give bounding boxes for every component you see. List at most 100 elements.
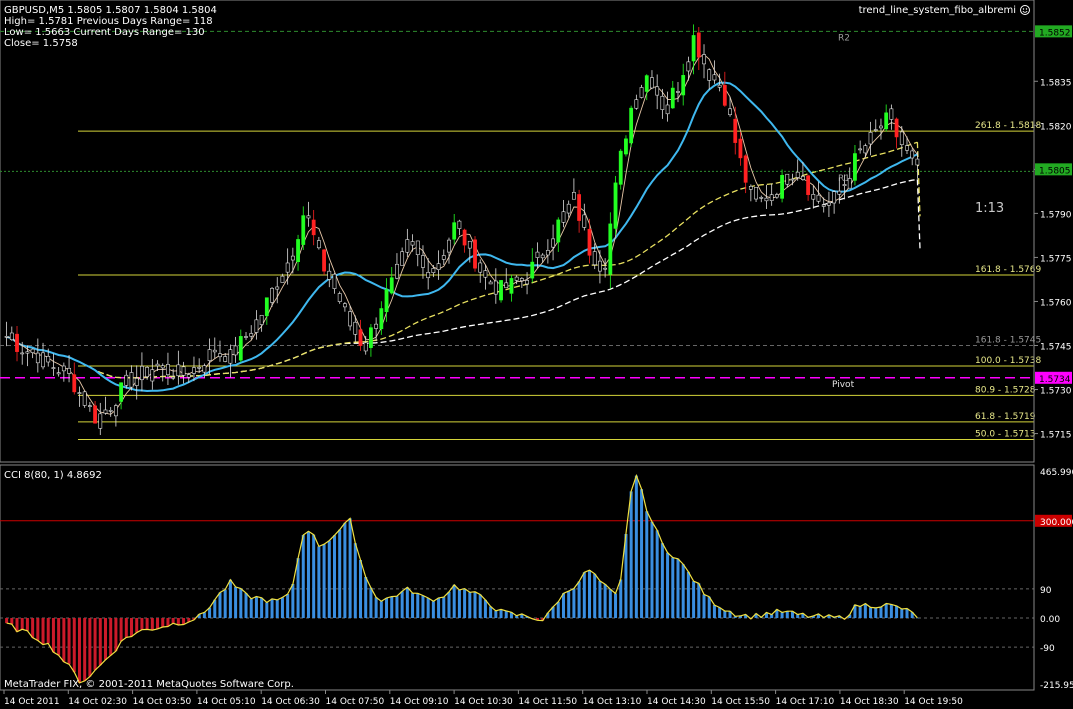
candle-body[interactable] [681,75,686,96]
candle-body[interactable] [171,376,176,379]
candle-body[interactable] [363,342,368,352]
candle-body[interactable] [77,392,82,394]
candle-body[interactable] [207,349,212,361]
candle-body[interactable] [905,145,909,151]
candle-body[interactable] [447,239,451,253]
candle-body[interactable] [467,240,472,249]
candle-body[interactable] [93,405,97,424]
candle-body[interactable] [483,270,488,278]
candle-body[interactable] [587,228,592,256]
candle-body[interactable] [639,87,644,98]
candle-body[interactable] [181,366,186,376]
candle-body[interactable] [650,77,654,89]
candle-body[interactable] [561,211,566,223]
candle-body[interactable] [488,281,493,285]
candle-body[interactable] [30,348,35,353]
candle-body[interactable] [98,413,103,429]
candle-body[interactable] [41,352,45,368]
candle-body[interactable] [676,91,680,93]
candle-body[interactable] [452,222,457,240]
candle-body[interactable] [915,158,920,166]
candle-body[interactable] [155,363,160,367]
candle-body[interactable] [358,329,363,346]
candle-body[interactable] [202,365,207,373]
candle-body[interactable] [530,261,535,279]
candle-body[interactable] [379,308,384,330]
candle-body[interactable] [82,391,87,406]
candle-body[interactable] [582,214,587,228]
candle-body[interactable] [270,288,274,303]
candle-body[interactable] [72,374,77,393]
candle-body[interactable] [764,197,769,202]
candle-body[interactable] [894,118,899,138]
candle-body[interactable] [35,352,40,364]
candle-body[interactable] [759,197,764,199]
chart-window[interactable]: R2261.8 - 1.5818R1161.8 - 1.5769161.8 - … [0,0,1073,709]
candle-body[interactable] [254,319,259,333]
candle-body[interactable] [535,251,540,258]
candle-body[interactable] [806,175,811,195]
candle-body[interactable] [192,367,196,374]
candle-body[interactable] [728,108,732,116]
candle-body[interactable] [457,220,462,229]
candle-body[interactable] [296,239,300,263]
candle-body[interactable] [571,192,576,200]
candle-body[interactable] [145,367,150,378]
candle-body[interactable] [103,409,108,414]
candle-body[interactable] [618,150,623,185]
candle-body[interactable] [395,263,399,279]
candle-body[interactable] [665,104,670,115]
candle-body[interactable] [233,345,238,356]
candle-body[interactable] [748,186,753,190]
candle-body[interactable] [421,255,425,268]
candle-body[interactable] [743,155,748,183]
candle-body[interactable] [119,382,124,402]
candle-body[interactable] [264,297,269,317]
candle-body[interactable] [712,74,717,81]
candle-body[interactable] [306,215,311,219]
candle-body[interactable] [821,204,826,207]
candle-body[interactable] [598,260,602,272]
candle-body[interactable] [436,263,441,271]
candle-body[interactable] [353,321,358,335]
candle-body[interactable] [51,367,56,369]
candle-body[interactable] [540,254,545,259]
candle-body[interactable] [774,194,779,198]
candle-body[interactable] [816,194,821,202]
candle-body[interactable] [842,184,847,186]
candle-body[interactable] [150,369,155,382]
candle-body[interactable] [660,95,665,110]
candle-body[interactable] [873,129,878,131]
candle-body[interactable] [249,333,254,337]
candle-body[interactable] [509,278,514,294]
candle-body[interactable] [186,374,191,378]
candle-body[interactable] [613,182,618,229]
candle-body[interactable] [218,353,222,358]
candle-body[interactable] [514,276,519,281]
candle-body[interactable] [499,280,503,301]
candle-body[interactable] [655,86,660,96]
candle-body[interactable] [337,293,342,302]
candle-body[interactable] [847,178,852,189]
candle-body[interactable] [160,365,165,369]
candle-body[interactable] [285,262,290,273]
candle-body[interactable] [462,229,467,246]
candle-body[interactable] [15,333,19,352]
candle-body[interactable] [603,267,608,270]
candle-body[interactable] [197,366,202,369]
candle-body[interactable] [166,364,170,375]
candle-body[interactable] [837,190,842,195]
candle-body[interactable] [473,239,477,269]
candle-body[interactable] [670,87,675,109]
candle-body[interactable] [400,251,405,266]
candle-body[interactable] [899,131,904,145]
candle-body[interactable] [129,372,134,388]
candle-body[interactable] [811,194,816,200]
candle-body[interactable] [780,174,784,199]
candle-body[interactable] [863,145,868,154]
candle-body[interactable] [832,191,837,204]
candle-body[interactable] [634,99,639,109]
candle-body[interactable] [415,240,420,255]
candle-body[interactable] [608,223,613,275]
candle-body[interactable] [275,286,280,290]
